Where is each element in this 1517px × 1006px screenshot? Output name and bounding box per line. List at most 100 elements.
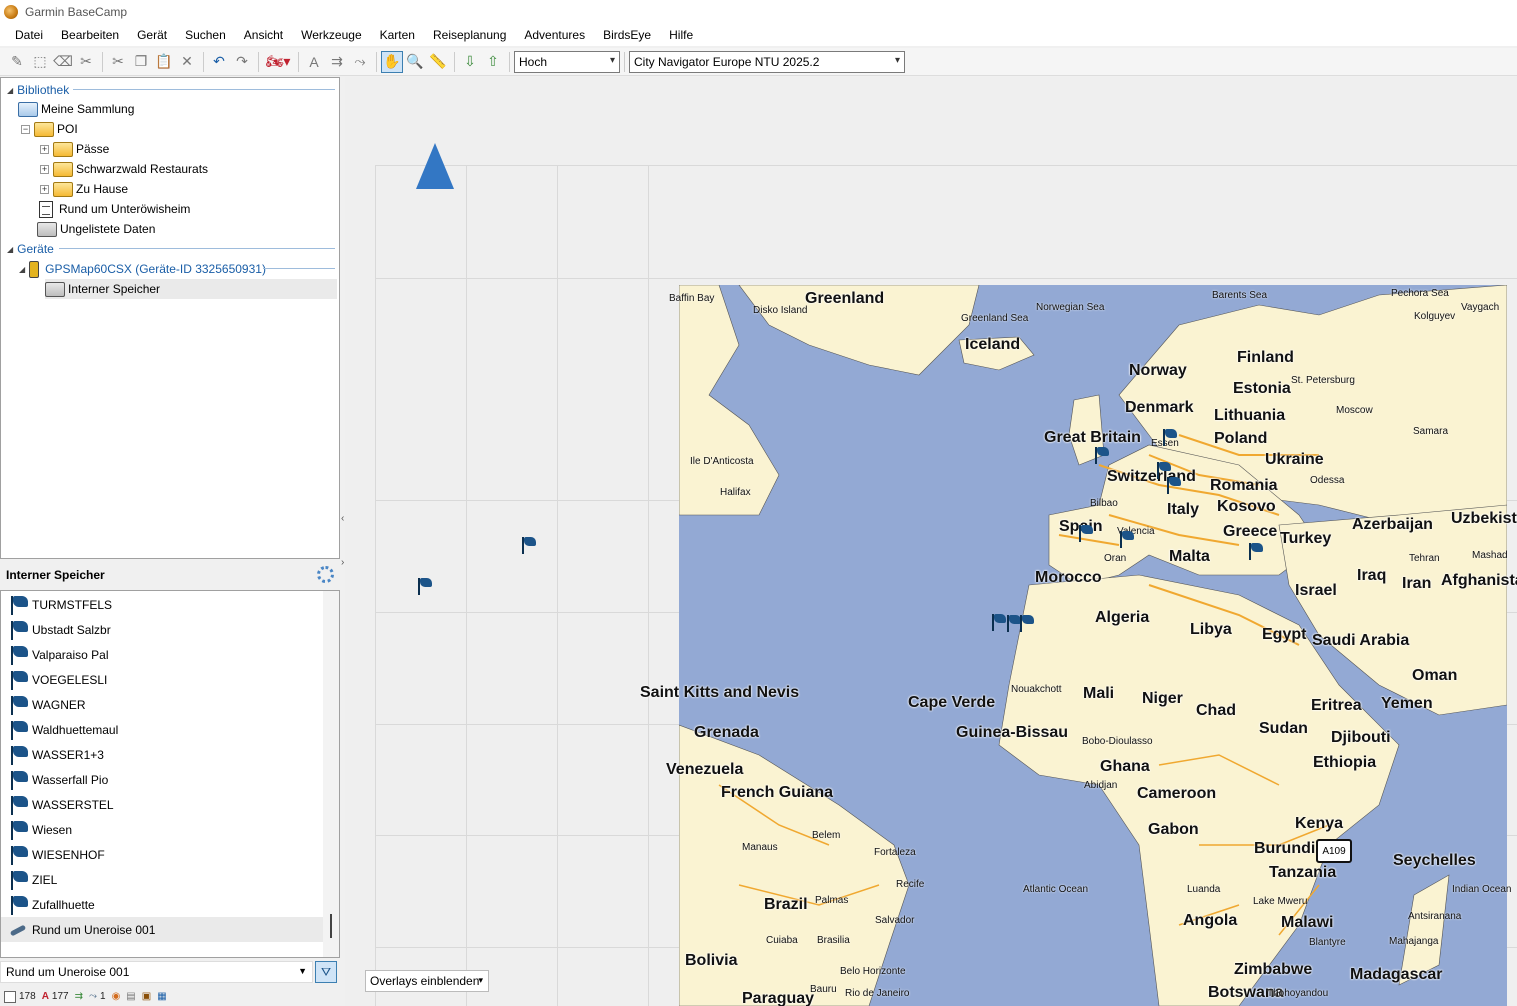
gear-icon[interactable] [317,566,334,583]
waypoint-flag-icon[interactable] [1161,429,1179,447]
tree-item-unlisted[interactable]: Ungelistete Daten [37,219,155,239]
track-count[interactable]: A 177 [42,991,69,1002]
send-to-device-icon[interactable]: ⇧ [482,51,504,73]
map-label: Cameroon [1137,785,1217,802]
list-item[interactable]: ZIEL [1,867,323,892]
list-item-route[interactable]: Rund um Uneroise 001 [1,917,323,942]
tree-item-route-list[interactable]: Rund um Unteröwisheim [39,199,190,219]
collapse-triangle-icon[interactable]: ◢ [7,86,13,95]
internal-memory-label: Interner Speicher [68,282,161,296]
flag-icon [7,594,29,616]
copy-icon[interactable]: ❐ [130,51,152,73]
tree-item-poi[interactable]: − POI [21,119,78,139]
tree-item-zu-hause[interactable]: + Zu Hause [40,179,128,199]
tree-item-schwarzwald[interactable]: + Schwarzwald Restaurats [40,159,208,179]
menu-werkzeuge[interactable]: Werkzeuge [292,28,370,42]
waypoint-flag-icon[interactable] [1093,447,1111,465]
list-item[interactable]: WASSERSTEL [1,792,323,817]
map-label: Great Britain [1044,429,1141,446]
list-item[interactable]: WASSER1+3 [1,742,323,767]
delete-icon[interactable]: ✕ [176,51,198,73]
menu-suchen[interactable]: Suchen [176,28,235,42]
chevron-right-icon[interactable]: › [341,557,344,568]
chevron-down-icon: ▾ [609,54,615,66]
menu-reiseplanung[interactable]: Reiseplanung [424,28,515,42]
section-library[interactable]: ◢ Bibliothek [7,80,69,100]
list-item[interactable]: WIESENHOF [1,842,323,867]
track-tool-icon[interactable]: ⤳ [349,51,371,73]
undo-icon[interactable]: ↶ [208,51,230,73]
list-item[interactable]: Valparaiso Pal [1,642,323,667]
waypoint-flag-icon[interactable] [416,578,434,596]
adventure-filter[interactable]: ◉ [112,991,121,1002]
list-item[interactable]: Wasserfall Pio [1,767,323,792]
list-item[interactable]: Waldhuettemaul [1,717,323,742]
zoom-icon[interactable]: 🔍 [404,51,426,73]
scrollbar-thumb[interactable] [330,914,332,938]
map-label: French Guiana [721,784,834,801]
expand-icon[interactable]: + [40,164,49,174]
list-item[interactable]: VOEGELESLI [1,667,323,692]
menu-hilfe[interactable]: Hilfe [660,28,702,42]
section-devices[interactable]: ◢ Geräte [7,239,54,259]
track-count-value: 177 [51,991,69,1002]
photo-filter[interactable]: ▤ [126,991,135,1002]
waypoint-flag-icon[interactable] [520,537,538,555]
filter-button[interactable]: ⛛ [315,961,337,983]
waypoint-flag-icon[interactable] [1018,615,1036,633]
collapse-triangle-icon[interactable]: ◢ [7,245,13,254]
motorcycle-profile-icon[interactable]: 🏍▾ [263,51,293,73]
paste-icon[interactable]: 📋 [153,51,175,73]
overlays-select[interactable]: Overlays einblenden ▾ [365,970,489,992]
waypoint-tool-icon[interactable]: A [303,51,325,73]
receive-from-device-icon[interactable]: ⇩ [459,51,481,73]
birdseye-filter[interactable]: ▦ [157,991,166,1002]
route-filter[interactable]: ⇉ [75,991,83,1002]
tools-icon[interactable]: ✂ [75,51,97,73]
map-label-small: Lake Mweru [1253,896,1308,907]
menu-birdseye[interactable]: BirdsEye [594,28,660,42]
list-item[interactable]: Wiesen [1,817,323,842]
collapse-triangle-icon[interactable]: ◢ [19,265,25,274]
north-arrow-icon[interactable] [416,143,454,189]
map-view[interactable]: Greenland Iceland Norway Finland Estonia… [345,77,1517,1006]
menu-geraet[interactable]: Gerät [128,28,176,42]
geocache-filter[interactable]: ▣ [142,991,151,1002]
tree-item-collection[interactable]: Meine Sammlung [18,99,134,119]
redo-icon[interactable]: ↷ [231,51,253,73]
measure-icon[interactable]: 📏 [427,51,449,73]
menu-karten[interactable]: Karten [371,28,424,42]
waypoint-flag-icon[interactable] [1165,477,1183,495]
tree-item-internal-memory[interactable]: Interner Speicher [45,279,337,299]
waypoint-flag-icon[interactable] [1118,531,1136,549]
waypoint-flag-icon[interactable] [1247,543,1265,561]
cut-icon[interactable]: ✂ [107,51,129,73]
chevron-left-icon[interactable]: ‹ [341,513,344,524]
waypoint-count[interactable]: 178 [4,990,36,1003]
menu-adventures[interactable]: Adventures [515,28,594,42]
collapse-icon[interactable]: − [21,124,30,134]
expand-icon[interactable]: + [40,144,49,154]
list-item[interactable]: WAGNER [1,692,323,717]
route-count[interactable]: ⤳ 1 [89,991,106,1002]
list-item[interactable]: Ubstadt Salzbr [1,617,323,642]
waypoint-flag-icon[interactable] [1077,525,1095,543]
list-item[interactable]: TURMSTFELS [1,592,323,617]
active-item-select[interactable]: Rund um Uneroise 001 ▼ [0,961,313,983]
menu-ansicht[interactable]: Ansicht [235,28,292,42]
expand-icon[interactable]: + [40,184,49,194]
hand-pan-icon[interactable]: ✋ [381,50,403,73]
select-area-icon[interactable]: ⬚ [29,51,51,73]
list-item[interactable]: Zufallhuette [1,892,323,917]
list-scrollbar[interactable] [323,591,339,957]
route-tool-icon[interactable]: ⇉ [326,51,348,73]
map-product-select[interactable]: City Navigator Europe NTU 2025.2 ▾ [629,50,905,73]
tree-item-paesse[interactable]: + Pässe [40,139,109,159]
menu-bearbeiten[interactable]: Bearbeiten [52,28,128,42]
eraser-icon[interactable]: ⌫ [52,51,74,73]
new-waypoint-icon[interactable]: ✎ [6,51,28,73]
menu-datei[interactable]: Datei [6,28,52,42]
grid-line [648,165,649,1006]
orientation-select[interactable]: Hoch ▾ [514,50,620,73]
tree-item-device[interactable]: ◢ GPSMap60CSX (Geräte-ID 3325650931) [19,259,266,279]
